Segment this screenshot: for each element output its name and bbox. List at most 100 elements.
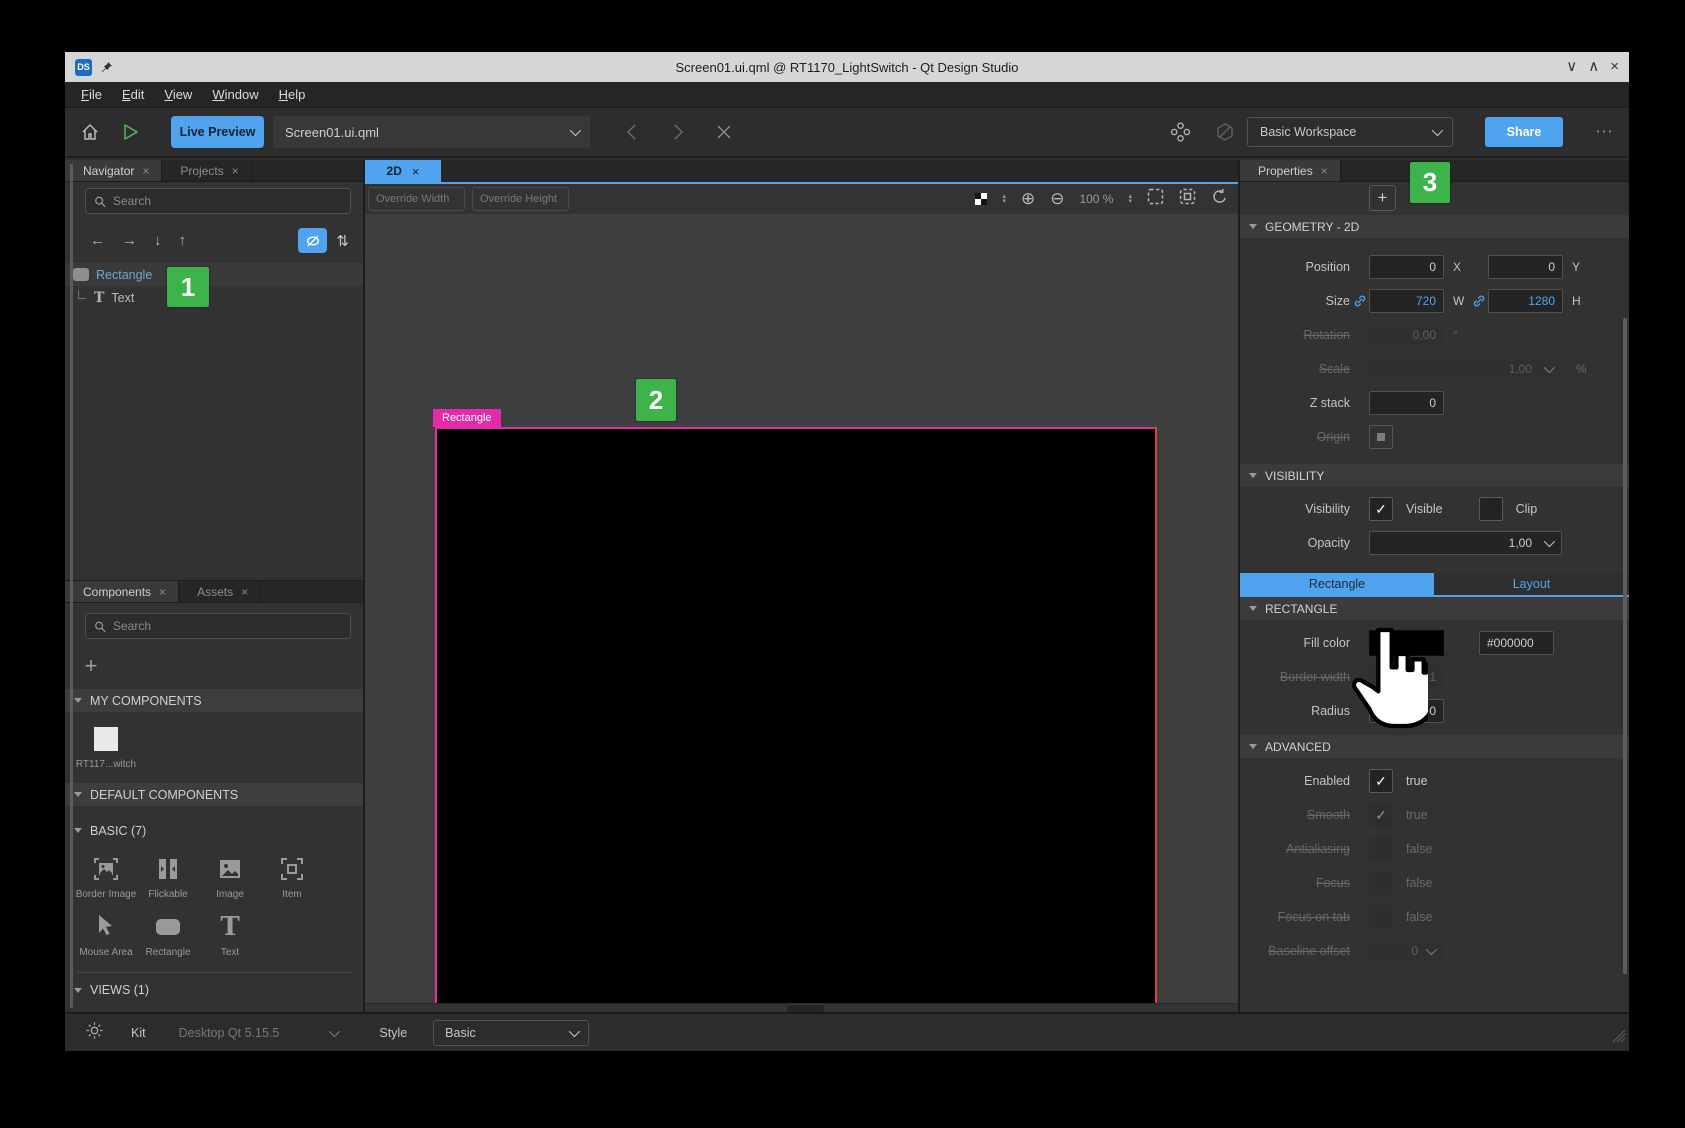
move-left-icon[interactable]: ← [90, 232, 105, 249]
live-preview-button[interactable]: Live Preview [171, 116, 264, 148]
tab-2d[interactable]: 2D × [365, 160, 441, 182]
components-search-input[interactable] [113, 619, 342, 633]
spinner-icon[interactable]: ▴▾ [1128, 194, 1132, 204]
tab-assets[interactable]: Assets × [179, 581, 261, 602]
tab-layout[interactable]: Layout [1434, 573, 1629, 595]
workspace-dropdown[interactable]: Basic Workspace [1247, 117, 1453, 147]
annotations-icon[interactable] [1215, 122, 1235, 142]
navigator-search-input[interactable] [113, 194, 342, 208]
back-icon[interactable] [624, 123, 640, 141]
canvas-viewport[interactable]: Rectangle [365, 214, 1238, 1003]
opacity-dropdown[interactable]: 1,00 [1369, 531, 1562, 555]
close-tab-icon[interactable]: × [1321, 164, 1328, 178]
component-item[interactable]: Item [261, 854, 323, 900]
section-visibility[interactable]: VISIBILITY [1240, 464, 1629, 487]
forward-icon[interactable] [670, 123, 686, 141]
component-text[interactable]: T Text [199, 912, 261, 958]
enabled-checkbox[interactable]: ✓ [1369, 769, 1393, 793]
section-geometry-2d[interactable]: GEOMETRY - 2D [1240, 215, 1629, 238]
artboard-rectangle[interactable] [435, 427, 1157, 1003]
zstack-input[interactable]: 0 [1369, 391, 1444, 415]
move-down-icon[interactable]: ↓ [154, 232, 162, 249]
share-button[interactable]: Share [1485, 117, 1563, 147]
tab-components[interactable]: Components × [65, 581, 179, 602]
component-mouse-area[interactable]: Mouse Area [75, 912, 137, 958]
move-right-icon[interactable]: → [122, 232, 137, 249]
close-document-icon[interactable] [716, 124, 732, 140]
size-height-input[interactable]: 1280 [1488, 289, 1563, 313]
component-flickable[interactable]: Flickable [137, 854, 199, 900]
section-default-components[interactable]: DEFAULT COMPONENTS [65, 783, 363, 806]
artboard-label[interactable]: Rectangle [433, 409, 501, 427]
tab-navigator[interactable]: Navigator × [65, 160, 162, 181]
override-height-input[interactable] [472, 187, 569, 211]
background-color-icon[interactable] [975, 193, 987, 205]
close-tab-icon[interactable]: × [412, 164, 420, 179]
zoom-in-icon[interactable]: ⊕ [1021, 189, 1035, 209]
spinner-icon[interactable]: ▴▾ [1002, 194, 1006, 204]
section-my-components[interactable]: MY COMPONENTS [65, 689, 363, 712]
properties-scrollbar[interactable] [1623, 318, 1627, 974]
run-icon[interactable] [120, 122, 140, 142]
component-rt1170-switch[interactable]: RT117...witch [75, 724, 137, 770]
link-icon[interactable] [1469, 294, 1488, 308]
section-advanced[interactable]: ADVANCED [1240, 735, 1629, 758]
fit-selection-icon[interactable] [1147, 188, 1164, 210]
close-tab-icon[interactable]: × [142, 164, 149, 178]
menu-view[interactable]: View [154, 82, 202, 108]
fill-color-hex-input[interactable]: #000000 [1479, 631, 1554, 655]
section-basic[interactable]: BASIC (7) [65, 819, 363, 842]
tab-properties[interactable]: Properties × [1240, 160, 1341, 181]
section-views[interactable]: VIEWS (1) [65, 979, 363, 1001]
more-options-button[interactable]: ⋯ [1595, 122, 1614, 143]
menu-help[interactable]: Help [269, 82, 316, 108]
override-width-input[interactable] [368, 187, 465, 211]
zoom-out-icon[interactable]: ⊖ [1050, 189, 1064, 209]
menu-file[interactable]: File [71, 82, 112, 108]
reverse-order-icon[interactable]: ⇅ [336, 232, 349, 250]
chevron-down-icon[interactable] [329, 1025, 340, 1036]
chevron-down-icon [570, 125, 581, 136]
workspaces-icon[interactable] [1170, 122, 1191, 143]
settings-gear-icon[interactable] [85, 1021, 104, 1045]
components-search[interactable] [85, 613, 351, 639]
close-tab-icon[interactable]: × [159, 585, 166, 599]
resize-grip[interactable] [1612, 1029, 1626, 1048]
reset-view-icon[interactable] [1211, 188, 1228, 210]
menu-edit[interactable]: Edit [112, 82, 154, 108]
zoom-level-value[interactable]: 100 % [1079, 192, 1113, 206]
tree-item-text[interactable]: T Text [65, 286, 363, 309]
position-y-input[interactable]: 0 [1488, 255, 1563, 279]
navigator-search[interactable] [85, 188, 351, 214]
visible-checkbox[interactable]: ✓ [1369, 497, 1393, 521]
style-selector[interactable]: Basic [433, 1020, 589, 1046]
minimize-button[interactable]: ∨ [1566, 52, 1577, 82]
size-width-input[interactable]: 720 [1369, 289, 1444, 313]
add-property-button[interactable]: + [1369, 185, 1396, 211]
maximize-button[interactable]: ∧ [1588, 52, 1599, 82]
close-tab-icon[interactable]: × [232, 164, 239, 178]
pin-icon[interactable] [101, 61, 113, 73]
clip-checkbox[interactable] [1479, 497, 1503, 521]
component-image[interactable]: Image [199, 854, 261, 900]
kit-selector[interactable]: Desktop Qt 5.15.5 [179, 1026, 280, 1040]
component-border-image[interactable]: Border Image [75, 854, 137, 900]
open-document-dropdown[interactable]: Screen01.ui.qml [273, 116, 590, 148]
link-icon[interactable] [1350, 294, 1369, 308]
component-rectangle[interactable]: Rectangle [137, 912, 199, 958]
close-button[interactable]: × [1610, 52, 1619, 82]
move-up-icon[interactable]: ↑ [179, 232, 187, 249]
home-icon[interactable] [80, 122, 100, 142]
tab-projects[interactable]: Projects × [162, 160, 251, 181]
menu-window[interactable]: Window [202, 82, 268, 108]
tree-item-rectangle[interactable]: Rectangle [65, 263, 363, 286]
fit-screen-icon[interactable] [1179, 188, 1196, 210]
canvas-horizontal-scrollbar[interactable] [365, 1003, 1238, 1012]
scrollbar-handle[interactable] [787, 1005, 824, 1012]
toggle-invisible-items-button[interactable] [298, 228, 327, 253]
position-x-input[interactable]: 0 [1369, 255, 1444, 279]
close-tab-icon[interactable]: × [241, 585, 248, 599]
add-module-button[interactable]: + [79, 656, 103, 676]
tab-rectangle[interactable]: Rectangle [1240, 573, 1434, 595]
section-rectangle[interactable]: RECTANGLE [1240, 597, 1629, 620]
